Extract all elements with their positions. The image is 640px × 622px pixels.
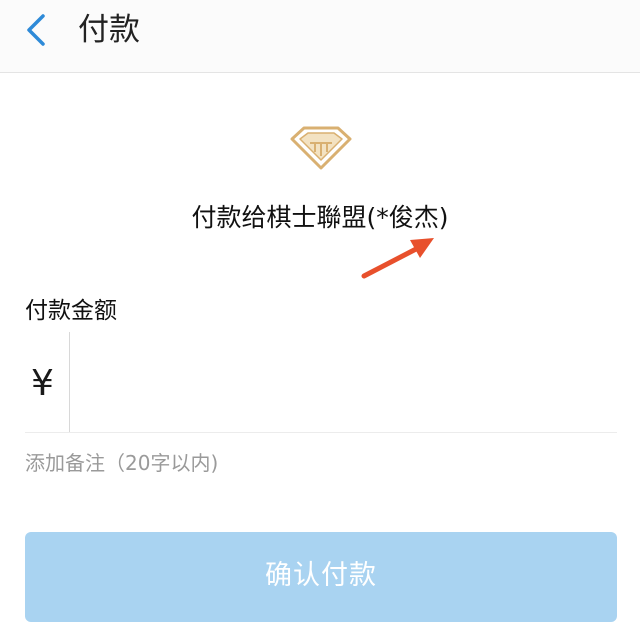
amount-input[interactable] xyxy=(81,352,605,414)
diamond-logo-icon xyxy=(290,126,352,170)
payee-name: 付款给棋士聯盟(*俊杰) xyxy=(191,203,449,232)
top-bar: 付款 xyxy=(0,0,640,73)
confirm-payment-button[interactable]: 确认付款 xyxy=(25,532,617,622)
back-button[interactable] xyxy=(14,8,58,52)
red-arrow-icon xyxy=(361,238,434,279)
page-title: 付款 xyxy=(78,12,140,48)
add-remark-link[interactable]: 添加备注（20字以内) xyxy=(25,448,218,478)
amount-label: 付款金额 xyxy=(25,298,117,324)
chevron-left-icon xyxy=(27,14,45,46)
currency-symbol: ¥ xyxy=(31,363,54,404)
amount-field[interactable]: ¥ xyxy=(25,332,617,433)
amount-divider xyxy=(69,332,70,432)
